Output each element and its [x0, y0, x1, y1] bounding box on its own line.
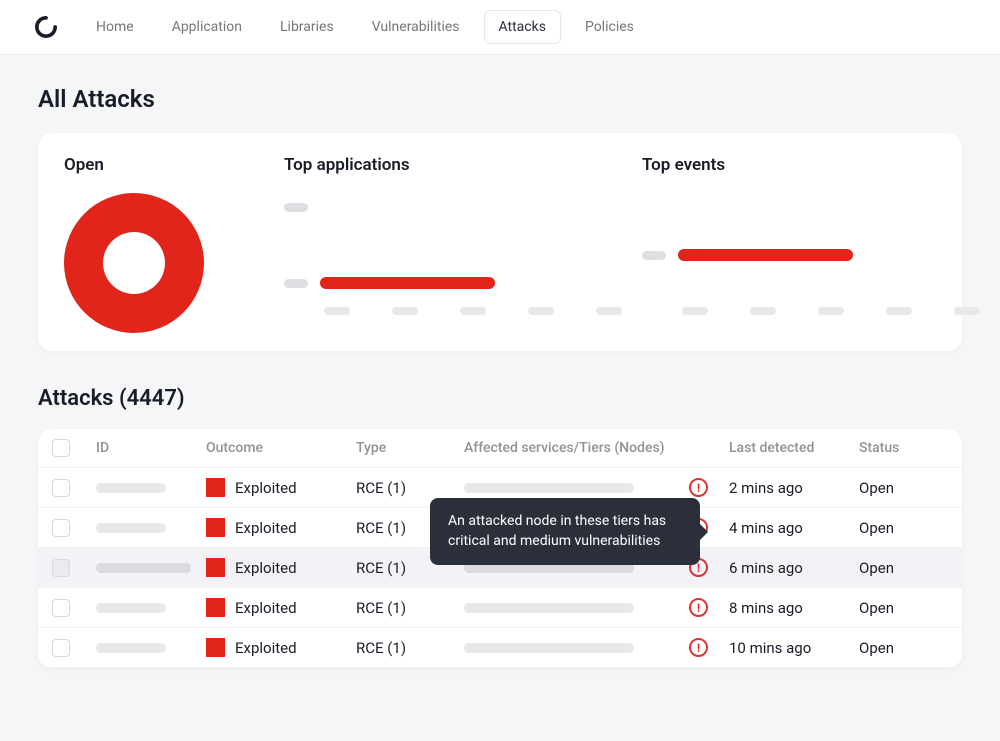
- severity-square-icon: [206, 558, 225, 577]
- app-bar-row: [284, 193, 622, 221]
- col-outcome: Outcome: [206, 440, 356, 456]
- col-id: ID: [96, 440, 206, 456]
- select-all-checkbox[interactable]: [52, 439, 70, 457]
- alert-icon[interactable]: [689, 478, 708, 497]
- status-text: Open: [859, 559, 939, 577]
- tick: [886, 307, 912, 315]
- tick: [324, 307, 350, 315]
- top-apps-heading: Top applications: [284, 155, 622, 175]
- type-text: RCE (1): [356, 599, 464, 617]
- id-placeholder: [96, 603, 166, 613]
- severity-square-icon: [206, 638, 225, 657]
- status-text: Open: [859, 479, 939, 497]
- app-bar-row: [284, 269, 622, 297]
- row-checkbox[interactable]: [52, 639, 70, 657]
- nav-libraries[interactable]: Libraries: [266, 11, 348, 43]
- tick: [682, 307, 708, 315]
- tooltip: An attacked node in these tiers has crit…: [430, 498, 700, 565]
- col-status: Status: [859, 440, 939, 456]
- app-bar: [320, 277, 495, 289]
- last-detected-text: 10 mins ago: [729, 639, 859, 657]
- outcome-text: Exploited: [235, 519, 297, 537]
- tick: [392, 307, 418, 315]
- nav-home[interactable]: Home: [82, 11, 148, 43]
- severity-square-icon: [206, 478, 225, 497]
- severity-square-icon: [206, 518, 225, 537]
- col-last-detected: Last detected: [729, 440, 859, 456]
- outcome-text: Exploited: [235, 559, 297, 577]
- table-row[interactable]: Exploited RCE (1) 8 mins ago Open: [38, 588, 962, 628]
- id-placeholder: [96, 643, 166, 653]
- summary-top-events: Top events: [642, 155, 980, 333]
- axis-ticks: [642, 307, 980, 315]
- axis-ticks: [284, 307, 622, 315]
- top-nav: Home Application Libraries Vulnerabiliti…: [0, 0, 1000, 55]
- alert-icon[interactable]: [689, 598, 708, 617]
- last-detected-text: 8 mins ago: [729, 599, 859, 617]
- tick: [954, 307, 980, 315]
- nav-vulnerabilities[interactable]: Vulnerabilities: [358, 11, 474, 43]
- last-detected-text: 6 mins ago: [729, 559, 859, 577]
- tick: [750, 307, 776, 315]
- summary-top-apps: Top applications: [284, 155, 622, 333]
- table-row[interactable]: Exploited RCE (1) 10 mins ago Open: [38, 628, 962, 668]
- top-events-heading: Top events: [642, 155, 980, 175]
- row-checkbox[interactable]: [52, 559, 70, 577]
- affected-placeholder: [464, 643, 634, 653]
- table-header-row: ID Outcome Type Affected services/Tiers …: [38, 429, 962, 468]
- attacks-table: ID Outcome Type Affected services/Tiers …: [38, 429, 962, 668]
- type-text: RCE (1): [356, 639, 464, 657]
- id-placeholder: [96, 483, 166, 493]
- outcome-text: Exploited: [235, 639, 297, 657]
- summary-open: Open: [64, 155, 264, 333]
- last-detected-text: 4 mins ago: [729, 519, 859, 537]
- open-donut-chart: [64, 193, 204, 333]
- outcome-text: Exploited: [235, 479, 297, 497]
- bar-label-placeholder: [284, 203, 308, 212]
- nav-attacks[interactable]: Attacks: [484, 10, 561, 44]
- table-row[interactable]: Exploited RCE (1) 6 mins ago Open An att…: [38, 548, 962, 588]
- id-placeholder: [96, 563, 191, 573]
- row-checkbox[interactable]: [52, 519, 70, 537]
- page-title: All Attacks: [38, 85, 962, 113]
- summary-card: Open Top applications Top events: [38, 133, 962, 351]
- outcome-text: Exploited: [235, 599, 297, 617]
- bar-label-placeholder: [642, 251, 666, 260]
- row-checkbox[interactable]: [52, 479, 70, 497]
- nav-application[interactable]: Application: [158, 11, 256, 43]
- status-text: Open: [859, 519, 939, 537]
- last-detected-text: 2 mins ago: [729, 479, 859, 497]
- status-text: Open: [859, 639, 939, 657]
- affected-placeholder: [464, 603, 634, 613]
- alert-icon[interactable]: [689, 638, 708, 657]
- row-checkbox[interactable]: [52, 599, 70, 617]
- event-bar: [678, 249, 853, 261]
- event-bar-row: [642, 241, 980, 269]
- tick: [818, 307, 844, 315]
- severity-square-icon: [206, 598, 225, 617]
- id-placeholder: [96, 523, 166, 533]
- col-type: Type: [356, 440, 464, 456]
- open-heading: Open: [64, 155, 264, 175]
- col-affected: Affected services/Tiers (Nodes): [464, 440, 729, 456]
- attacks-table-title: Attacks (4447): [38, 386, 962, 411]
- tick: [528, 307, 554, 315]
- affected-placeholder: [464, 483, 634, 493]
- tick: [460, 307, 486, 315]
- tick: [596, 307, 622, 315]
- logo-icon: [35, 16, 57, 38]
- status-text: Open: [859, 599, 939, 617]
- nav-policies[interactable]: Policies: [571, 11, 648, 43]
- type-text: RCE (1): [356, 479, 464, 497]
- bar-label-placeholder: [284, 279, 308, 288]
